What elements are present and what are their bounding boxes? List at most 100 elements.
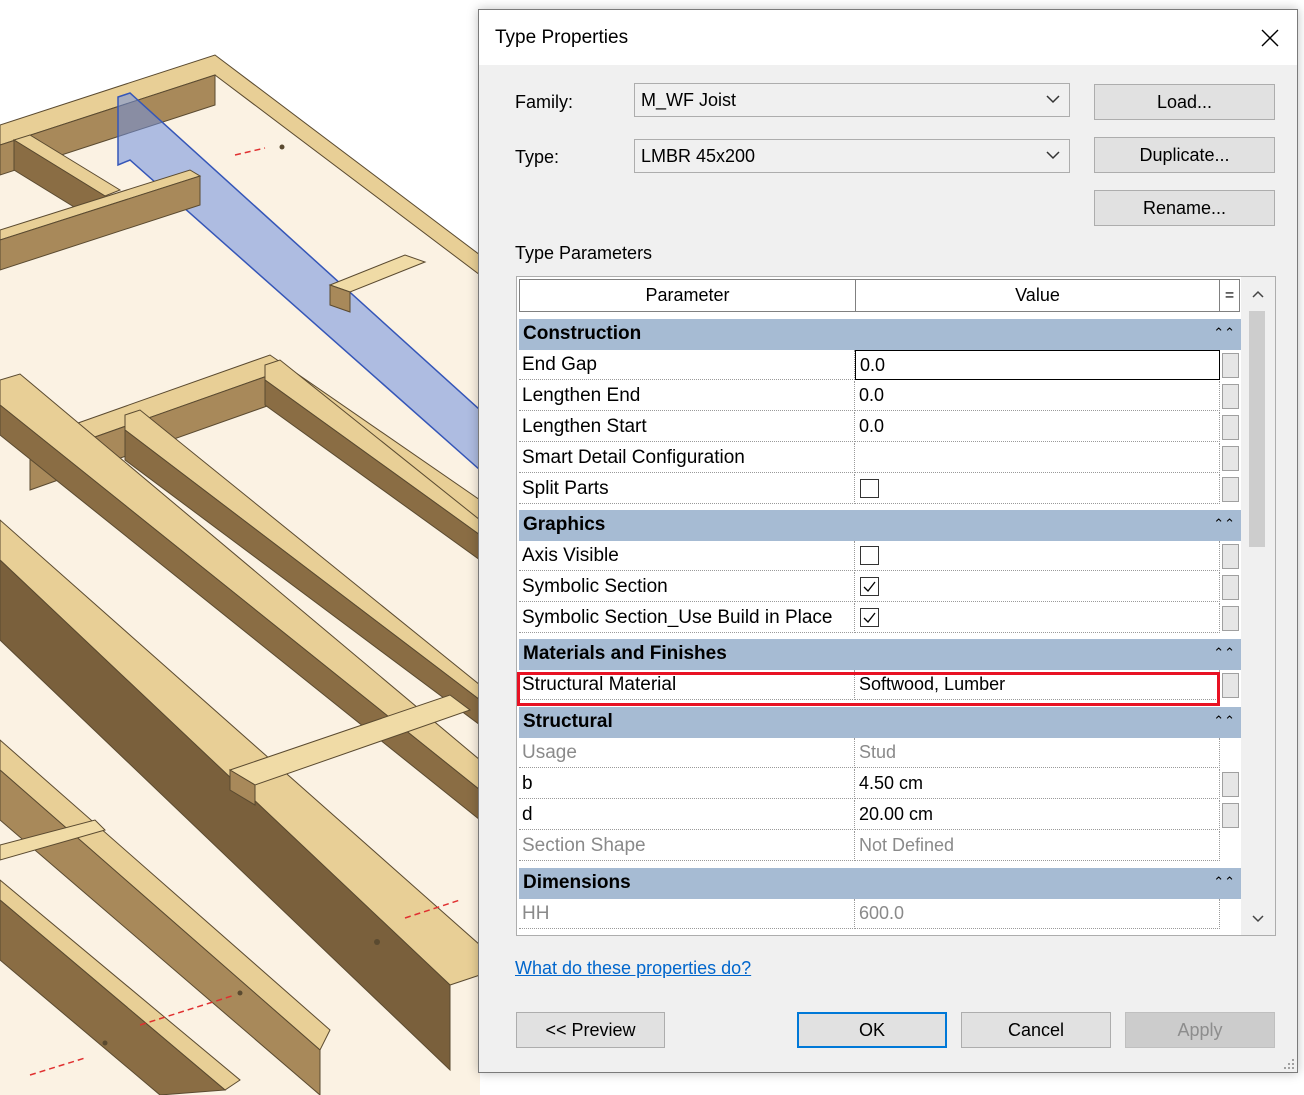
param-name: HH bbox=[522, 903, 550, 924]
cancel-button[interactable]: Cancel bbox=[961, 1012, 1111, 1048]
duplicate-button[interactable]: Duplicate... bbox=[1094, 137, 1275, 173]
param-name: Smart Detail Configuration bbox=[522, 447, 745, 468]
type-value: LMBR 45x200 bbox=[641, 146, 756, 166]
collapse-icon[interactable]: ⌃⌃ bbox=[1213, 713, 1235, 729]
associate-parameter-button[interactable] bbox=[1222, 353, 1239, 378]
associate-parameter-button[interactable] bbox=[1222, 575, 1239, 600]
param-row[interactable]: d 20.00 cm bbox=[519, 800, 1241, 831]
rename-button[interactable]: Rename... bbox=[1094, 190, 1275, 226]
checkmark-icon bbox=[863, 612, 876, 623]
axis-visible-checkbox[interactable] bbox=[860, 546, 879, 565]
split-parts-checkbox[interactable] bbox=[860, 479, 879, 498]
param-name: Symbolic Section_Use Build in Place bbox=[522, 607, 833, 628]
param-name: End Gap bbox=[522, 354, 597, 375]
column-header-value[interactable]: Value bbox=[855, 279, 1220, 312]
group-title: Graphics bbox=[523, 514, 606, 535]
chevron-down-icon bbox=[1046, 95, 1060, 104]
associate-parameter-button[interactable] bbox=[1222, 384, 1239, 409]
param-row[interactable]: Lengthen End 0.0 bbox=[519, 381, 1241, 412]
collapse-icon[interactable]: ⌃⌃ bbox=[1213, 516, 1235, 532]
param-name: Usage bbox=[522, 742, 577, 763]
group-construction[interactable]: Construction ⌃⌃ bbox=[519, 319, 1241, 350]
group-title: Construction bbox=[523, 323, 642, 344]
checkmark-icon bbox=[863, 581, 876, 592]
param-name: Section Shape bbox=[522, 835, 646, 856]
group-materials-and-finishes[interactable]: Materials and Finishes ⌃⌃ bbox=[519, 639, 1241, 670]
preview-button[interactable]: << Preview bbox=[516, 1012, 665, 1048]
collapse-icon[interactable]: ⌃⌃ bbox=[1213, 874, 1235, 890]
collapse-icon[interactable]: ⌃⌃ bbox=[1213, 645, 1235, 661]
param-row: Usage Stud bbox=[519, 738, 1241, 769]
param-value-input[interactable]: 0.0 bbox=[860, 355, 885, 376]
group-structural[interactable]: Structural ⌃⌃ bbox=[519, 707, 1241, 738]
vertical-scrollbar[interactable] bbox=[1241, 277, 1275, 935]
group-title: Materials and Finishes bbox=[523, 643, 727, 664]
scroll-up-button[interactable] bbox=[1241, 277, 1275, 311]
symbolic-section-build-in-place-checkbox[interactable] bbox=[860, 608, 879, 627]
param-name: Lengthen End bbox=[522, 385, 641, 406]
param-name: Split Parts bbox=[522, 478, 609, 499]
family-label: Family: bbox=[515, 92, 573, 112]
family-value: M_WF Joist bbox=[641, 90, 737, 110]
param-value[interactable]: Softwood, Lumber bbox=[859, 674, 1005, 695]
scrollbar-thumb[interactable] bbox=[1249, 311, 1265, 547]
type-label: Type: bbox=[515, 147, 560, 167]
param-name: Structural Material bbox=[522, 674, 677, 695]
close-button[interactable] bbox=[1243, 10, 1297, 65]
param-name: d bbox=[522, 804, 533, 825]
param-row[interactable]: Lengthen Start 0.0 bbox=[519, 412, 1241, 443]
associate-parameter-button[interactable] bbox=[1222, 477, 1239, 502]
collapse-icon[interactable]: ⌃⌃ bbox=[1213, 325, 1235, 341]
associate-parameter-button[interactable] bbox=[1222, 446, 1239, 471]
group-graphics[interactable]: Graphics ⌃⌃ bbox=[519, 510, 1241, 541]
param-row[interactable]: Split Parts bbox=[519, 474, 1241, 505]
param-row[interactable]: Symbolic Section bbox=[519, 572, 1241, 603]
associate-parameter-button[interactable] bbox=[1222, 415, 1239, 440]
param-row: Section Shape Not Defined bbox=[519, 831, 1241, 862]
associate-parameter-button[interactable] bbox=[1222, 803, 1239, 828]
param-row[interactable]: Structural Material Softwood, Lumber bbox=[519, 670, 1241, 701]
column-header-formula[interactable]: = bbox=[1219, 279, 1240, 312]
help-link[interactable]: What do these properties do? bbox=[515, 958, 751, 979]
param-name: b bbox=[522, 773, 533, 794]
type-dropdown[interactable]: LMBR 45x200 bbox=[634, 139, 1070, 173]
group-title: Structural bbox=[523, 711, 613, 732]
associate-parameter-button[interactable] bbox=[1222, 673, 1239, 698]
param-name: Lengthen Start bbox=[522, 416, 647, 437]
associate-parameter-button[interactable] bbox=[1222, 772, 1239, 797]
apply-button[interactable]: Apply bbox=[1125, 1012, 1275, 1048]
param-row[interactable]: b 4.50 cm bbox=[519, 769, 1241, 800]
group-dimensions[interactable]: Dimensions ⌃⌃ bbox=[519, 868, 1241, 899]
parameters-grid[interactable]: Parameter Value = Construction ⌃⌃ End Ga… bbox=[516, 276, 1276, 936]
param-row[interactable]: End Gap 0.0 bbox=[519, 350, 1241, 381]
symbolic-section-checkbox[interactable] bbox=[860, 577, 879, 596]
param-value: Stud bbox=[859, 742, 897, 762]
close-icon bbox=[1261, 29, 1279, 46]
group-title: Dimensions bbox=[523, 872, 631, 893]
chevron-down-icon bbox=[1046, 151, 1060, 160]
param-name: Symbolic Section bbox=[522, 576, 668, 597]
param-name: Axis Visible bbox=[522, 545, 619, 566]
param-row[interactable]: Symbolic Section_Use Build in Place bbox=[519, 603, 1241, 634]
param-value: 600.0 bbox=[859, 903, 905, 923]
param-value[interactable]: 0.0 bbox=[859, 416, 884, 437]
associate-parameter-button[interactable] bbox=[1222, 606, 1239, 631]
ok-button[interactable]: OK bbox=[797, 1012, 947, 1048]
chevron-up-icon bbox=[1252, 290, 1264, 298]
title-bar[interactable]: Type Properties bbox=[479, 10, 1297, 65]
param-value[interactable]: 4.50 cm bbox=[859, 773, 923, 794]
associate-parameter-button[interactable] bbox=[1222, 544, 1239, 569]
dialog-title: Type Properties bbox=[495, 27, 629, 48]
scroll-down-button[interactable] bbox=[1241, 902, 1275, 935]
type-properties-dialog: Type Properties Family: M_WF Joist Type:… bbox=[478, 9, 1298, 1073]
type-parameters-label: Type Parameters bbox=[515, 243, 653, 263]
column-header-parameter[interactable]: Parameter bbox=[519, 279, 856, 312]
chevron-down-icon bbox=[1252, 914, 1264, 922]
param-value[interactable]: 20.00 cm bbox=[859, 804, 933, 825]
param-row[interactable]: Smart Detail Configuration bbox=[519, 443, 1241, 474]
family-dropdown[interactable]: M_WF Joist bbox=[634, 83, 1070, 117]
param-value[interactable]: 0.0 bbox=[859, 385, 884, 406]
resize-grip-icon[interactable] bbox=[1281, 1056, 1295, 1070]
load-button[interactable]: Load... bbox=[1094, 84, 1275, 120]
param-row[interactable]: Axis Visible bbox=[519, 541, 1241, 572]
